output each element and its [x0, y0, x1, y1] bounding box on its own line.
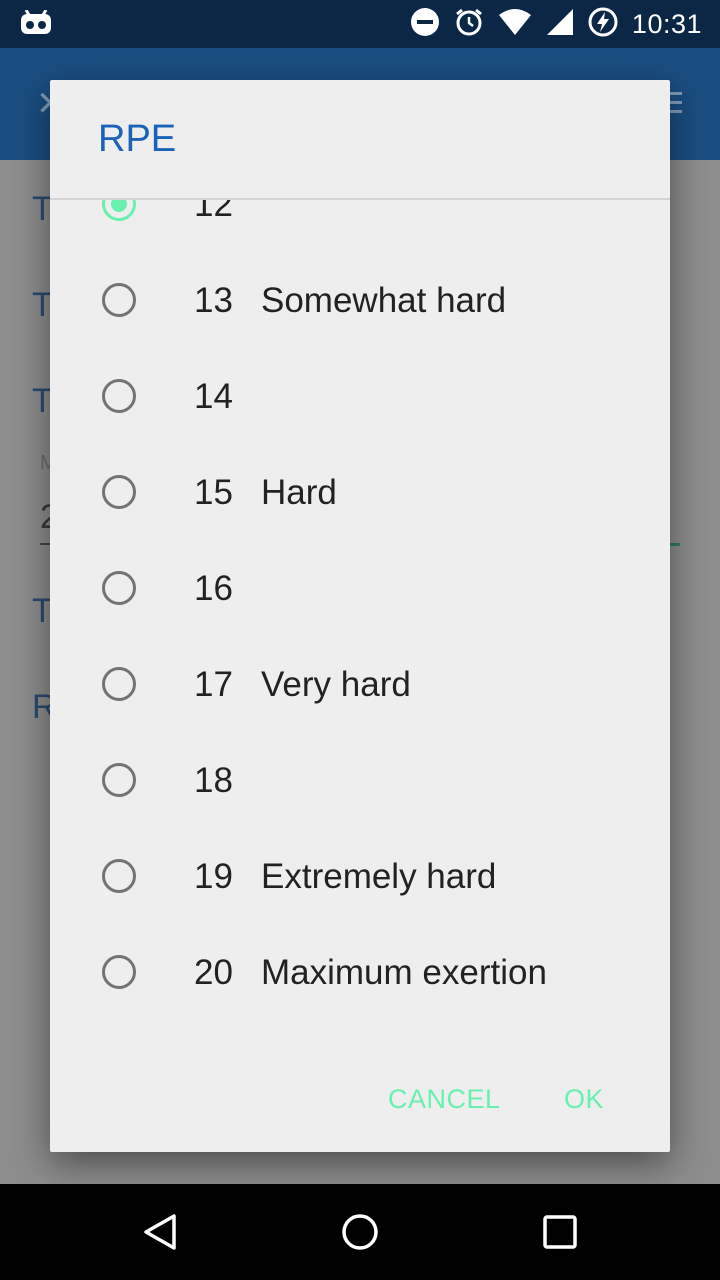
- rpe-option-15[interactable]: 15 Hard: [50, 446, 670, 542]
- rpe-option-14[interactable]: 14: [50, 350, 670, 446]
- dialog-title: RPE: [98, 118, 177, 160]
- rpe-dialog: RPE 12 13 Somewhat hard 14 15 Hard 16 17…: [50, 80, 670, 1152]
- rpe-option-18[interactable]: 18: [50, 734, 670, 830]
- cell-signal-icon: [546, 8, 574, 41]
- option-number: 16: [194, 569, 233, 608]
- option-description: Maximum exertion: [261, 953, 547, 992]
- navigation-bar: [0, 1184, 720, 1280]
- option-number: 20: [194, 953, 233, 992]
- option-description: Extremely hard: [261, 857, 497, 896]
- option-number: 19: [194, 857, 233, 896]
- rpe-option-16[interactable]: 16: [50, 542, 670, 638]
- option-number: 14: [194, 377, 233, 416]
- android-debug-icon: [20, 9, 52, 41]
- radio-button[interactable]: [102, 955, 136, 989]
- radio-button[interactable]: [102, 475, 136, 509]
- radio-button-checked[interactable]: [102, 200, 136, 221]
- radio-button[interactable]: [102, 667, 136, 701]
- cancel-button[interactable]: CANCEL: [380, 1078, 509, 1121]
- radio-button[interactable]: [102, 283, 136, 317]
- radio-button[interactable]: [102, 571, 136, 605]
- do-not-disturb-icon: [410, 7, 440, 42]
- wifi-icon: [498, 8, 532, 41]
- radio-button[interactable]: [102, 763, 136, 797]
- option-number: 15: [194, 473, 233, 512]
- field-underline: [40, 543, 50, 545]
- battery-charging-icon: [588, 7, 618, 42]
- rpe-option-19[interactable]: 19 Extremely hard: [50, 830, 670, 926]
- options-list[interactable]: 12 13 Somewhat hard 14 15 Hard 16 17 Ver…: [50, 200, 670, 1030]
- ok-button[interactable]: OK: [556, 1078, 612, 1121]
- option-description: Very hard: [261, 665, 411, 704]
- option-description: Somewhat hard: [261, 281, 507, 320]
- alarm-icon: [454, 7, 484, 42]
- rpe-option-12[interactable]: 12: [50, 200, 670, 254]
- rpe-option-17[interactable]: 17 Very hard: [50, 638, 670, 734]
- status-time: 10:31: [631, 8, 702, 39]
- home-icon[interactable]: [340, 1212, 380, 1252]
- radio-button[interactable]: [102, 859, 136, 893]
- option-number: 12: [194, 200, 233, 224]
- option-number: 18: [194, 761, 233, 800]
- recents-icon[interactable]: [540, 1212, 580, 1252]
- rpe-option-20[interactable]: 20 Maximum exertion: [50, 926, 670, 1022]
- option-description: Hard: [261, 473, 337, 512]
- radio-button[interactable]: [102, 379, 136, 413]
- option-number: 13: [194, 281, 233, 320]
- status-bar: 10:31: [0, 0, 720, 48]
- back-icon[interactable]: [140, 1212, 180, 1252]
- rpe-option-13[interactable]: 13 Somewhat hard: [50, 254, 670, 350]
- dialog-actions: CANCEL OK: [50, 1070, 670, 1130]
- option-number: 17: [194, 665, 233, 704]
